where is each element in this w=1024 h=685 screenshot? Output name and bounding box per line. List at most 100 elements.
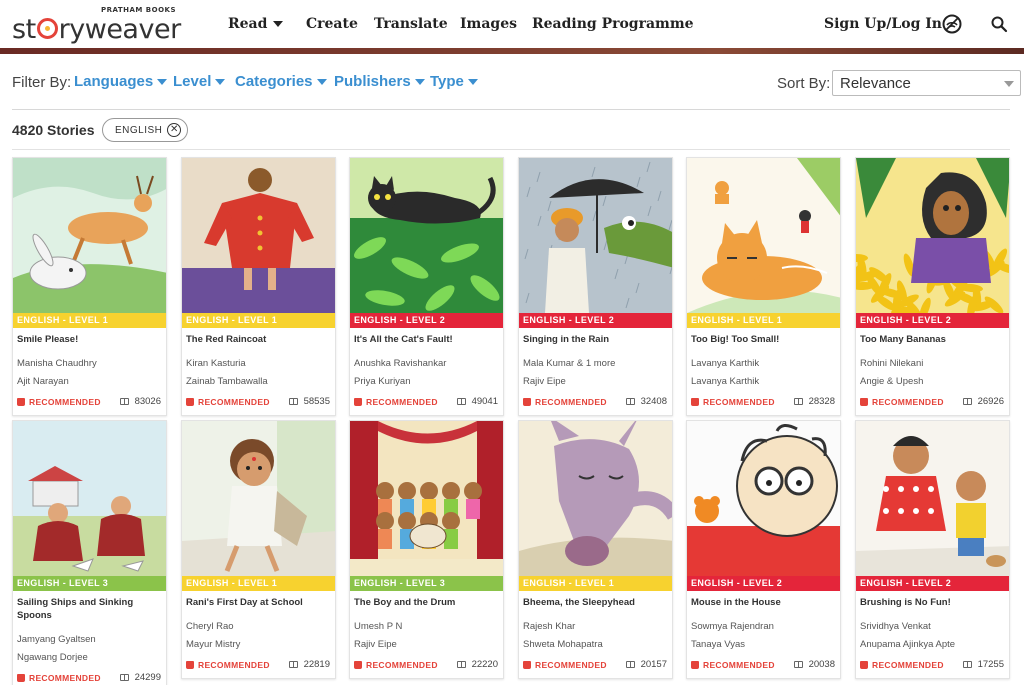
recommended-tag: RECOMMENDED	[17, 397, 101, 407]
story-title[interactable]: Bheema, the Sleepyhead	[519, 591, 672, 618]
story-title[interactable]: It's All the Cat's Fault!	[350, 328, 503, 355]
story-illustrator[interactable]: Shweta Mohapatra	[519, 636, 672, 654]
story-author[interactable]: Srividhya Venkat	[856, 618, 1009, 636]
story-illustrator[interactable]: Angie & Upesh	[856, 373, 1009, 391]
read-count-value: 32408	[640, 396, 667, 407]
story-card-footer: RECOMMENDED 26926	[856, 391, 1009, 415]
story-author[interactable]: Mala Kumar & 1 more	[519, 355, 672, 373]
story-cover-image[interactable]	[687, 158, 840, 313]
story-author[interactable]: Umesh P N	[350, 618, 503, 636]
story-card[interactable]: ENGLISH - LEVEL 3 The Boy and the Drum U…	[349, 420, 504, 679]
recommended-tag: RECOMMENDED	[523, 660, 607, 670]
story-card-footer: RECOMMENDED 83026	[13, 391, 166, 415]
story-illustrator[interactable]: Lavanya Karthik	[687, 373, 840, 391]
story-card-footer: RECOMMENDED 28328	[687, 391, 840, 415]
story-card[interactable]: ENGLISH - LEVEL 2 Too Many Bananas Rohin…	[855, 157, 1010, 416]
story-author[interactable]: Lavanya Karthik	[687, 355, 840, 373]
book-icon	[288, 661, 298, 668]
story-card-footer: RECOMMENDED 32408	[519, 391, 672, 415]
story-title[interactable]: Sailing Ships and Sinking Spoons	[13, 591, 166, 631]
thumbs-up-icon	[354, 661, 362, 669]
thumbs-up-icon	[691, 661, 699, 669]
story-author[interactable]: Anushka Ravishankar	[350, 355, 503, 373]
story-illustrator[interactable]: Ngawang Dorjee	[13, 649, 166, 667]
thumbs-up-icon	[17, 398, 25, 406]
story-author[interactable]: Jamyang Gyaltsen	[13, 631, 166, 649]
story-card[interactable]: ENGLISH - LEVEL 1 The Red Raincoat Kiran…	[181, 157, 336, 416]
recommended-label: RECOMMENDED	[198, 660, 270, 670]
thumbs-up-icon	[523, 398, 531, 406]
level-badge: ENGLISH - LEVEL 1	[182, 576, 335, 591]
read-count: 58535	[288, 396, 330, 407]
story-title[interactable]: Brushing is No Fun!	[856, 591, 1009, 618]
recommended-label: RECOMMENDED	[535, 660, 607, 670]
story-card-footer: RECOMMENDED 58535	[182, 391, 335, 415]
level-badge: ENGLISH - LEVEL 1	[13, 313, 166, 328]
level-badge: ENGLISH - LEVEL 1	[182, 313, 335, 328]
story-author[interactable]: Kiran Kasturia	[182, 355, 335, 373]
read-count: 17255	[962, 659, 1004, 670]
story-cover-image[interactable]	[519, 421, 672, 576]
story-title[interactable]: Rani's First Day at School	[182, 591, 335, 618]
story-title[interactable]: Singing in the Rain	[519, 328, 672, 355]
story-card[interactable]: ENGLISH - LEVEL 2 Mouse in the House Sow…	[686, 420, 841, 679]
story-card[interactable]: ENGLISH - LEVEL 2 It's All the Cat's Fau…	[349, 157, 504, 416]
recommended-label: RECOMMENDED	[29, 673, 101, 683]
level-badge: ENGLISH - LEVEL 2	[687, 576, 840, 591]
recommended-label: RECOMMENDED	[872, 397, 944, 407]
story-author[interactable]: Sowmya Rajendran	[687, 618, 840, 636]
story-illustrator[interactable]: Anupama Ajinkya Apte	[856, 636, 1009, 654]
story-card[interactable]: ENGLISH - LEVEL 3 Sailing Ships and Sink…	[12, 420, 167, 685]
story-card-footer: RECOMMENDED 24299	[13, 667, 166, 685]
story-cover-image[interactable]	[182, 158, 335, 313]
story-cover-image[interactable]	[182, 421, 335, 576]
story-title[interactable]: Mouse in the House	[687, 591, 840, 618]
story-author[interactable]: Rohini Nilekani	[856, 355, 1009, 373]
story-illustrator[interactable]: Ajit Narayan	[13, 373, 166, 391]
read-count: 20157	[625, 659, 667, 670]
story-illustrator[interactable]: Rajiv Eipe	[519, 373, 672, 391]
story-card-footer: RECOMMENDED 20038	[687, 654, 840, 678]
read-count-value: 24299	[134, 672, 161, 683]
story-card[interactable]: ENGLISH - LEVEL 1 Bheema, the Sleepyhead…	[518, 420, 673, 679]
read-count: 20038	[793, 659, 835, 670]
story-card[interactable]: ENGLISH - LEVEL 1 Smile Please! Manisha …	[12, 157, 167, 416]
read-count: 26926	[962, 396, 1004, 407]
read-count: 28328	[793, 396, 835, 407]
story-illustrator[interactable]: Zainab Tambawalla	[182, 373, 335, 391]
story-title[interactable]: The Red Raincoat	[182, 328, 335, 355]
story-title[interactable]: Too Big! Too Small!	[687, 328, 840, 355]
story-cover-image[interactable]	[350, 421, 503, 576]
story-author[interactable]: Cheryl Rao	[182, 618, 335, 636]
book-icon	[625, 661, 635, 668]
story-cover-image[interactable]	[519, 158, 672, 313]
story-title[interactable]: Smile Please!	[13, 328, 166, 355]
thumbs-up-icon	[860, 398, 868, 406]
story-illustrator[interactable]: Priya Kuriyan	[350, 373, 503, 391]
recommended-tag: RECOMMENDED	[354, 660, 438, 670]
story-card[interactable]: ENGLISH - LEVEL 2 Brushing is No Fun! Sr…	[855, 420, 1010, 679]
story-cover-image[interactable]	[856, 421, 1009, 576]
story-card[interactable]: ENGLISH - LEVEL 1 Too Big! Too Small! La…	[686, 157, 841, 416]
story-illustrator[interactable]: Rajiv Eipe	[350, 636, 503, 654]
thumbs-up-icon	[860, 661, 868, 669]
recommended-label: RECOMMENDED	[198, 397, 270, 407]
story-title[interactable]: The Boy and the Drum	[350, 591, 503, 618]
story-cover-image[interactable]	[13, 158, 166, 313]
recommended-tag: RECOMMENDED	[860, 660, 944, 670]
story-author[interactable]: Rajesh Khar	[519, 618, 672, 636]
story-cover-image[interactable]	[350, 158, 503, 313]
story-author[interactable]: Manisha Chaudhry	[13, 355, 166, 373]
story-title[interactable]: Too Many Bananas	[856, 328, 1009, 355]
level-badge: ENGLISH - LEVEL 2	[519, 313, 672, 328]
story-illustrator[interactable]: Tanaya Vyas	[687, 636, 840, 654]
story-card[interactable]: ENGLISH - LEVEL 2 Singing in the Rain Ma…	[518, 157, 673, 416]
story-card-footer: RECOMMENDED 22819	[182, 654, 335, 678]
thumbs-up-icon	[186, 398, 194, 406]
story-cover-image[interactable]	[13, 421, 166, 576]
story-cover-image[interactable]	[687, 421, 840, 576]
story-card[interactable]: ENGLISH - LEVEL 1 Rani's First Day at Sc…	[181, 420, 336, 679]
story-illustrator[interactable]: Mayur Mistry	[182, 636, 335, 654]
story-cover-image[interactable]	[856, 158, 1009, 313]
read-count-value: 22819	[303, 659, 330, 670]
